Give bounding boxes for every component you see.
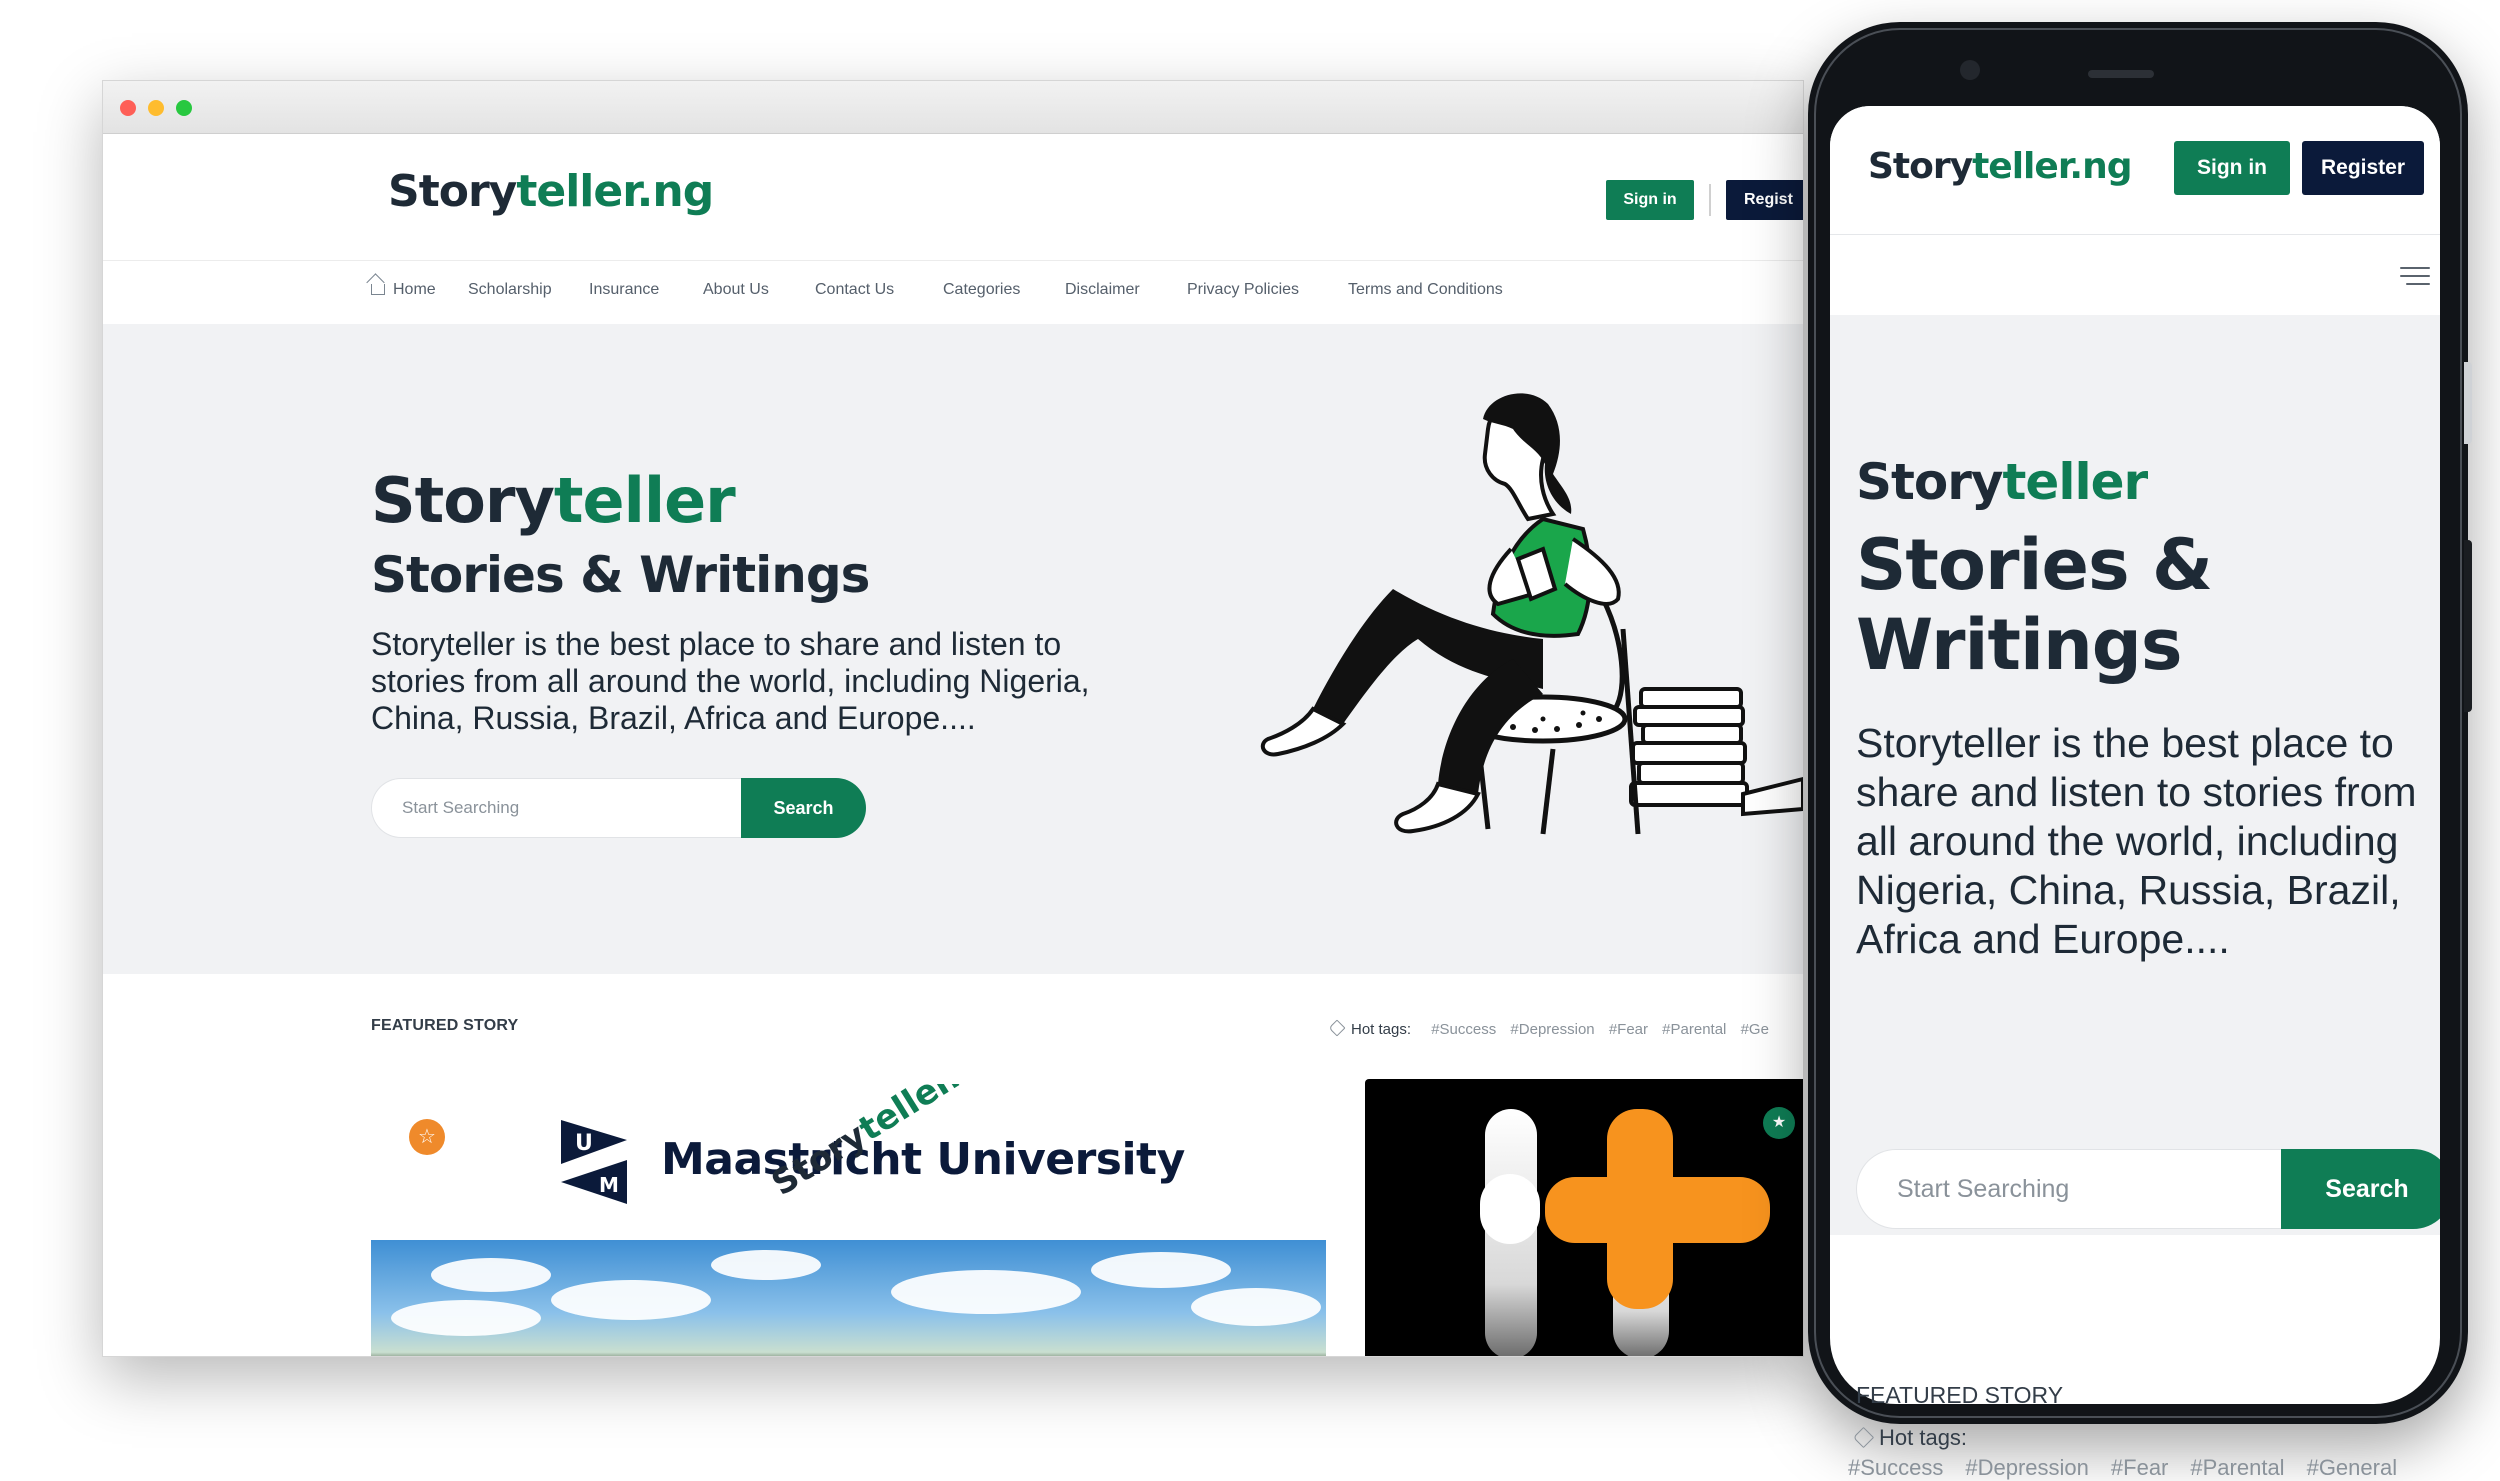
- logo-text-green: teller.ng: [1972, 146, 2132, 187]
- hero-search-form: Search: [371, 778, 866, 838]
- mobile-register-button[interactable]: Register: [2302, 141, 2424, 195]
- hot-tags-label: Hot tags:: [1351, 1021, 1412, 1038]
- featured-story-card[interactable]: ☆ U M Maastricht University Storyteller.…: [371, 1084, 1326, 1356]
- mobile-hero-section: Storyteller Stories & Writings Storytell…: [1830, 315, 2440, 1235]
- mobile-header: Storyteller.ng Sign in Register: [1830, 106, 2440, 235]
- star-icon: ☆: [409, 1119, 445, 1155]
- desktop-browser-window: Storyteller.ng Sign in Regist Home Schol…: [102, 80, 1804, 1357]
- hero-subtitle: Stories & Writings: [371, 546, 870, 604]
- nav-item-terms-and-conditions[interactable]: Terms and Conditions: [1348, 281, 1503, 299]
- logo-text-dark: Story: [388, 166, 517, 217]
- tag-link-depression[interactable]: #Depression: [1510, 1021, 1594, 1038]
- hero-title: Storyteller: [371, 464, 736, 537]
- hero-section: Storyteller Stories & Writings Storytell…: [103, 324, 1803, 974]
- tag-link-depression[interactable]: #Depression: [1965, 1455, 2089, 1480]
- front-camera: [1960, 60, 1980, 80]
- tag-link-parental[interactable]: #Parental: [2190, 1455, 2284, 1480]
- featured-story-section: FEATURED STORY Hot tags: #Success #Depre…: [103, 974, 1803, 1356]
- home-icon: [371, 284, 385, 295]
- mobile-hero-title: Storyteller: [1856, 453, 2149, 511]
- phone-speaker: [2088, 70, 2154, 78]
- tag-icon: [1852, 1426, 1875, 1449]
- signin-button[interactable]: Sign in: [1606, 180, 1694, 220]
- tag-link-success[interactable]: #Success: [1431, 1021, 1496, 1038]
- mobile-signin-button[interactable]: Sign in: [2174, 141, 2290, 195]
- minimize-window-button[interactable]: [148, 100, 164, 116]
- reading-person-illustration: [1260, 393, 1803, 835]
- mobile-hero-subtitle: Stories & Writings: [1856, 524, 2213, 686]
- logo-text-dark: Story: [1868, 146, 1973, 187]
- featured-story-heading: FEATURED STORY: [371, 1017, 519, 1034]
- register-button[interactable]: Regist: [1726, 180, 1803, 220]
- tag-link-fear[interactable]: #Fear: [2111, 1455, 2168, 1480]
- nav-item-about-us[interactable]: About Us: [703, 281, 769, 299]
- plus-logo-image: [1480, 1109, 1770, 1356]
- site-logo[interactable]: Storyteller.ng: [388, 166, 714, 217]
- nav-item-label: Home: [393, 281, 436, 298]
- mobile-featured-story-heading: FEATURED STORY: [1856, 1382, 2064, 1408]
- logo-letter-u: U: [575, 1131, 593, 1156]
- phone-power-button: [2464, 540, 2472, 712]
- search-input[interactable]: [371, 778, 761, 838]
- nav-item-privacy-policies[interactable]: Privacy Policies: [1187, 281, 1299, 299]
- nav-item-categories[interactable]: Categories: [943, 281, 1020, 299]
- campus-photo: [371, 1240, 1326, 1356]
- star-icon: ★: [1763, 1107, 1795, 1139]
- mobile-search-input[interactable]: [1856, 1149, 2296, 1229]
- hero-title-green: teller: [553, 464, 736, 537]
- nav-item-home[interactable]: Home: [371, 281, 436, 299]
- site-header: Storyteller.ng Sign in Regist: [103, 134, 1803, 261]
- tag-link-fear[interactable]: #Fear: [1609, 1021, 1648, 1038]
- nav-item-scholarship[interactable]: Scholarship: [468, 281, 552, 299]
- search-button[interactable]: Search: [741, 778, 866, 838]
- hero-title-green: teller: [2002, 453, 2149, 511]
- nav-item-insurance[interactable]: Insurance: [589, 281, 659, 299]
- tag-link-success[interactable]: #Success: [1848, 1455, 1943, 1480]
- mobile-tag-list: #Success #Depression #Fear #Parental #Genera…: [1848, 1455, 2419, 1481]
- maximize-window-button[interactable]: [176, 100, 192, 116]
- hamburger-menu-icon[interactable]: [2400, 267, 2430, 285]
- tag-link-general[interactable]: #General: [2307, 1455, 2398, 1480]
- mobile-search-button[interactable]: Search: [2281, 1149, 2440, 1229]
- mobile-screen: Storyteller.ng Sign in Register Storytel…: [1830, 106, 2440, 1404]
- main-navigation: Home Scholarship Insurance About Us Cont…: [103, 261, 1803, 323]
- hero-description: Storyteller is the best place to share a…: [371, 626, 1090, 736]
- hero-title-dark: Story: [371, 464, 555, 537]
- mobile-site-logo[interactable]: Storyteller.ng: [1868, 146, 2133, 187]
- nav-item-contact-us[interactable]: Contact Us: [815, 281, 894, 299]
- mobile-search-form: Search: [1856, 1149, 2440, 1229]
- mobile-hot-tags-label: Hot tags:: [1879, 1425, 1968, 1450]
- tag-icon: [1328, 1019, 1346, 1037]
- header-divider: [1709, 184, 1711, 216]
- university-name: Maastricht University: [661, 1134, 1185, 1185]
- close-window-button[interactable]: [120, 100, 136, 116]
- mobile-menu-bar: [1830, 235, 2440, 315]
- browser-titlebar: [103, 81, 1803, 134]
- logo-text-green: teller.ng: [516, 166, 714, 217]
- tag-link-general[interactable]: #Ge: [1741, 1021, 1769, 1038]
- university-logo: U M: [561, 1120, 627, 1204]
- hot-tags-bar: Hot tags: #Success #Depression #Fear #Pa…: [1328, 1019, 1769, 1038]
- hero-title-dark: Story: [1856, 453, 2004, 511]
- mobile-hot-tags: Hot tags:: [1852, 1425, 1968, 1451]
- story-card-health[interactable]: ★: [1365, 1079, 1803, 1356]
- phone-side-button: [2464, 362, 2472, 444]
- nav-item-disclaimer[interactable]: Disclaimer: [1065, 281, 1140, 299]
- tag-link-parental[interactable]: #Parental: [1662, 1021, 1726, 1038]
- logo-letter-m: M: [599, 1173, 619, 1197]
- mobile-hero-description: Storyteller is the best place to share a…: [1856, 720, 2417, 962]
